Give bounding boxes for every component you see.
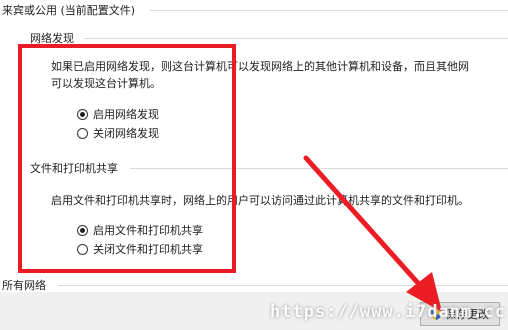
watermark-text: https://www.i7danm.cc [270, 302, 506, 322]
annotation-arrow [303, 155, 442, 312]
